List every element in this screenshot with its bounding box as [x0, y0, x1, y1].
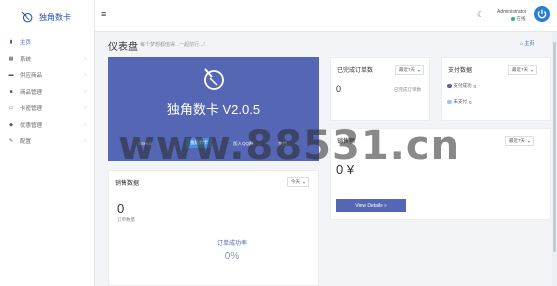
bar-chart-icon: ▮	[9, 39, 13, 46]
sidebar-item-config[interactable]: ✎ 配置 ‹	[0, 133, 94, 150]
legend-value: 0	[473, 83, 477, 89]
box-icon: ■	[9, 88, 13, 95]
sidebar-item-cards[interactable]: ▭ 卡密管理 ‹	[0, 100, 94, 117]
sidebar-item-label: 配置	[20, 139, 32, 146]
range-select-value: 最近7天	[512, 67, 529, 72]
dark-mode-icon[interactable]: ☾	[477, 10, 484, 19]
sidebar-item-system[interactable]: ▦ 系统 ‹	[0, 51, 94, 68]
watermark: www.88531.cn	[118, 123, 461, 169]
user-name[interactable]: Administrator	[497, 9, 526, 15]
legend-dot-icon	[447, 83, 452, 89]
double-chevron-right-icon: »	[384, 202, 387, 209]
range-select[interactable]: 最近7天 ▾	[505, 136, 535, 146]
online-dot-icon	[511, 17, 515, 21]
chevron-left-icon: ‹	[84, 121, 86, 128]
legend-dot-icon	[447, 99, 452, 105]
chevron-left-icon: ‹	[84, 138, 86, 145]
completed-orders-value: 0	[336, 84, 342, 94]
sidebar-item-label: 主页	[20, 40, 32, 47]
legend-value: 0	[469, 99, 472, 105]
chevron-down-icon: ▾	[303, 179, 306, 185]
range-select[interactable]: 最近7天 ▾	[508, 65, 538, 75]
sidebar-item-label: 系统	[20, 56, 32, 63]
legend-item: 支付成功 0	[447, 83, 476, 89]
page-title: 仪表盘	[108, 42, 138, 53]
brand[interactable]: 独角数卡	[0, 0, 94, 34]
legend-label: 支付成功	[453, 83, 472, 88]
user-status-label: 在线	[516, 16, 526, 21]
card-title: 支付数据	[448, 68, 473, 74]
cart-icon: ▬	[8, 72, 14, 79]
menu-toggle-icon[interactable]: ≡	[101, 9, 106, 19]
completed-orders-label: 已完成订单数	[394, 87, 421, 92]
sidebar-item-goods[interactable]: ■ 商品管理 ‹	[0, 84, 94, 101]
chevron-left-icon: ‹	[84, 55, 86, 62]
power-icon	[537, 9, 547, 19]
view-details-label: View Details	[355, 202, 383, 209]
topbar: ≡ ☾ Administrator 在线	[95, 0, 557, 32]
chevron-down-icon: ▾	[531, 67, 534, 73]
sales-data-card: 销售数据 今天 ▾ 0 订单数量	[108, 170, 319, 286]
sidebar-item-coupons[interactable]: ◆ 优惠管理 ‹	[0, 117, 94, 134]
breadcrumb[interactable]: ⌂ 主页	[520, 40, 534, 47]
range-select[interactable]: 最近7天 ▾	[395, 65, 425, 75]
sidebar-item-label: 供应商品	[20, 73, 43, 80]
card-title: 销售数据	[115, 181, 140, 187]
chevron-left-icon: ‹	[84, 105, 86, 112]
chevron-left-icon: ‹	[84, 88, 86, 95]
breadcrumb-label: 主页	[524, 41, 535, 47]
hero-title: 独角数卡 V2.0.5	[166, 102, 261, 117]
order-count-value: 0	[117, 201, 125, 216]
unicorn-logo-icon	[21, 11, 33, 23]
order-count-label: 订单数量	[117, 217, 135, 222]
scrollbar-thumb[interactable]	[553, 42, 556, 252]
sidebar-item-label: 卡密管理	[20, 106, 43, 113]
sidebar-item-label: 商品管理	[20, 89, 43, 96]
unicorn-logo-icon	[204, 68, 224, 90]
completed-orders-card: 已完成订单数 最近7天 ▾ 0 已完成订单数	[330, 57, 430, 121]
card-icon: ▭	[8, 105, 14, 112]
chevron-left-icon: ‹	[84, 72, 86, 79]
grid-icon: ▦	[8, 55, 14, 62]
legend-label: 未支付	[453, 99, 468, 104]
sidebar-item-home[interactable]: ▮ 主页	[0, 34, 94, 51]
chevron-down-icon: ▾	[528, 138, 531, 144]
range-select-value: 最近7天	[399, 67, 416, 72]
scrollbar[interactable]	[552, 32, 557, 286]
view-details-button[interactable]: View Details »	[336, 199, 406, 212]
sidebar: 独角数卡 ▮ 主页 ▦ 系统 ‹ ▬ 供应商品 ‹ ■ 商品管理 ‹ ▭ 卡密管…	[0, 0, 95, 286]
chevron-down-icon: ▾	[418, 67, 421, 73]
legend-item: 未支付 0	[447, 99, 472, 105]
success-rate-label: 订单成功率	[216, 241, 247, 247]
card-title: 已完成订单数	[337, 68, 374, 74]
range-select[interactable]: 今天 ▾	[287, 177, 310, 187]
payment-data-card: 支付数据 最近7天 ▾ 支付成功 0 未支付 0	[441, 57, 551, 121]
avatar[interactable]	[534, 6, 550, 22]
page-subtitle: 每个梦想都值得...一起前行...!	[140, 42, 205, 48]
sidebar-item-supply[interactable]: ▬ 供应商品 ‹	[0, 67, 94, 84]
wrench-icon: ✎	[8, 138, 14, 145]
brand-name: 独角数卡	[39, 12, 71, 22]
tag-icon: ◆	[9, 121, 13, 128]
sidebar-item-label: 优惠管理	[20, 122, 43, 129]
success-rate-value: 0%	[224, 251, 240, 262]
range-select-value: 最近7天	[509, 138, 526, 143]
range-select-value: 今天	[291, 179, 300, 184]
user-status: 在线	[511, 16, 526, 22]
